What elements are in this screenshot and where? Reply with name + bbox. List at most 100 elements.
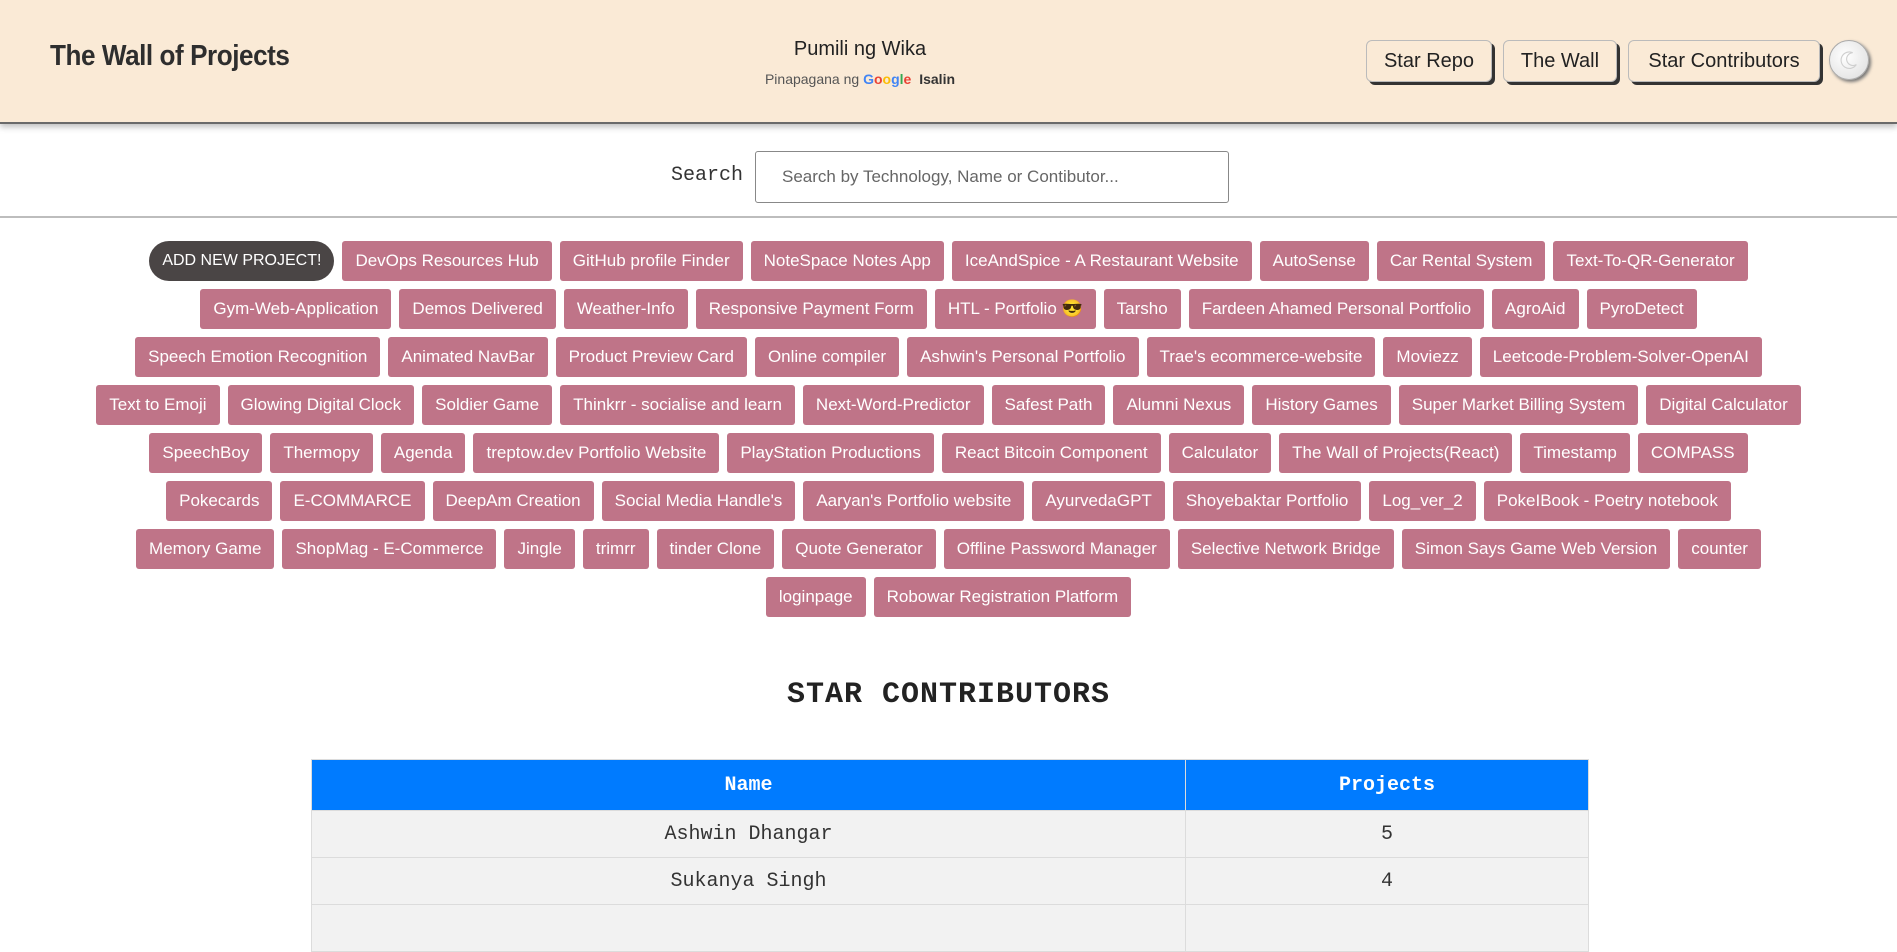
- project-tags: ADD NEW PROJECT! DevOps Resources Hub GitH…: [0, 241, 1897, 625]
- project-tag[interactable]: Text-To-QR-Generator: [1553, 241, 1748, 281]
- contributor-project-count: 4: [1185, 857, 1589, 905]
- project-tag[interactable]: DevOps Resources Hub: [342, 241, 552, 281]
- project-tag[interactable]: tinder Clone: [656, 529, 775, 569]
- contributor-project-count: 5: [1185, 810, 1589, 858]
- project-tag[interactable]: Weather-Info: [563, 289, 688, 329]
- project-tag[interactable]: Simon Says Game Web Version: [1401, 529, 1671, 569]
- project-tag[interactable]: Fardeen Ahamed Personal Portfolio: [1188, 289, 1485, 329]
- project-tag[interactable]: Responsive Payment Form: [695, 289, 927, 329]
- project-tag[interactable]: Log_ver_2: [1369, 481, 1476, 521]
- project-tag[interactable]: Trae's ecommerce-website: [1146, 337, 1376, 377]
- project-tag[interactable]: trimrr: [582, 529, 649, 569]
- project-tag[interactable]: Demos Delivered: [399, 289, 556, 329]
- search-label: Search: [671, 164, 744, 187]
- powered-by-google: Pinapagana ng Google Isalin: [720, 71, 1000, 87]
- project-tag[interactable]: Thermopy: [270, 433, 373, 473]
- tag-row: Speech Emotion Recognition Animated NavBa…: [0, 337, 1897, 377]
- project-tag[interactable]: Timestamp: [1520, 433, 1630, 473]
- the-wall-button[interactable]: The Wall: [1503, 40, 1617, 82]
- star-contributors-table: Name Projects Ashwin Dhangar 5 Sukanya S…: [311, 759, 1589, 952]
- theme-toggle[interactable]: [1829, 40, 1869, 80]
- project-tag[interactable]: Aaryan's Portfolio website: [803, 481, 1025, 521]
- project-tag[interactable]: Soldier Game: [422, 385, 553, 425]
- project-tag[interactable]: Car Rental System: [1376, 241, 1546, 281]
- project-tag[interactable]: AutoSense: [1259, 241, 1369, 281]
- project-tag[interactable]: The Wall of Projects(React): [1279, 433, 1513, 473]
- project-tag[interactable]: GitHub profile Finder: [559, 241, 743, 281]
- search-input[interactable]: [755, 151, 1229, 203]
- language-select[interactable]: Pumili ng Wika: [720, 38, 1000, 61]
- tag-row: Gym-Web-Application Demos Delivered Weathe…: [0, 289, 1897, 329]
- site-title[interactable]: The Wall of Projects: [50, 40, 290, 73]
- table-row: Sukanya Singh 4: [311, 857, 1589, 905]
- project-tag[interactable]: Memory Game: [136, 529, 275, 569]
- tag-row: SpeechBoy Thermopy Agenda treptow.dev Portf…: [0, 433, 1897, 473]
- project-tag[interactable]: AyurvedaGPT: [1032, 481, 1165, 521]
- star-contributors-button[interactable]: Star Contributors: [1628, 40, 1820, 82]
- table-row: Ashwin Dhangar 5: [311, 810, 1589, 858]
- project-tag[interactable]: Tarsho: [1103, 289, 1181, 329]
- project-tag[interactable]: Calculator: [1168, 433, 1272, 473]
- project-tag[interactable]: Safest Path: [991, 385, 1106, 425]
- project-tag[interactable]: Selective Network Bridge: [1177, 529, 1394, 569]
- project-tag[interactable]: PlayStation Productions: [727, 433, 934, 473]
- table-header-row: Name Projects: [311, 759, 1589, 811]
- project-tag[interactable]: IceAndSpice - A Restaurant Website: [951, 241, 1252, 281]
- project-tag[interactable]: DeepAm Creation: [432, 481, 594, 521]
- project-tag[interactable]: Leetcode-Problem-Solver-OpenAI: [1479, 337, 1762, 377]
- project-tag[interactable]: ShopMag - E-Commerce: [282, 529, 497, 569]
- project-tag[interactable]: Robowar Registration Platform: [873, 577, 1132, 617]
- project-tag[interactable]: Offline Password Manager: [943, 529, 1170, 569]
- project-tag[interactable]: counter: [1678, 529, 1761, 569]
- project-tag[interactable]: Ashwin's Personal Portfolio: [907, 337, 1139, 377]
- contributor-name: Sukanya Singh: [311, 857, 1186, 905]
- google-translate-widget: Pumili ng Wika Pinapagana ng Google Isal…: [720, 38, 1000, 87]
- project-tag[interactable]: Online compiler: [754, 337, 900, 377]
- tag-row: Memory Game ShopMag - E-Commerce Jingle tri…: [0, 529, 1897, 569]
- project-tag[interactable]: Moviezz: [1383, 337, 1472, 377]
- project-tag[interactable]: AgroAid: [1492, 289, 1579, 329]
- project-tag[interactable]: Speech Emotion Recognition: [135, 337, 381, 377]
- project-tag[interactable]: Digital Calculator: [1646, 385, 1801, 425]
- tag-row: Pokecards E-COMMARCE DeepAm Creation Social…: [0, 481, 1897, 521]
- project-tag[interactable]: Shoyebaktar Portfolio: [1172, 481, 1362, 521]
- project-tag[interactable]: loginpage: [765, 577, 866, 617]
- star-repo-button[interactable]: Star Repo: [1366, 40, 1492, 82]
- project-tag[interactable]: Glowing Digital Clock: [227, 385, 415, 425]
- project-tag[interactable]: Text to Emoji: [96, 385, 220, 425]
- project-tag[interactable]: Quote Generator: [782, 529, 936, 569]
- project-tag[interactable]: History Games: [1252, 385, 1391, 425]
- contributor-name: Ashwin Dhangar: [311, 810, 1186, 858]
- project-tag[interactable]: NoteSpace Notes App: [750, 241, 944, 281]
- search-bar: Search: [0, 124, 1897, 218]
- project-tag[interactable]: Next-Word-Predictor: [802, 385, 984, 425]
- tag-row: Text to Emoji Glowing Digital Clock Soldie…: [0, 385, 1897, 425]
- project-tag[interactable]: Social Media Handle's: [601, 481, 796, 521]
- project-tag[interactable]: SpeechBoy: [149, 433, 263, 473]
- tag-row: ADD NEW PROJECT! DevOps Resources Hub GitH…: [0, 241, 1897, 281]
- project-tag[interactable]: PyroDetect: [1586, 289, 1697, 329]
- project-tag[interactable]: PokeIBook - Poetry notebook: [1483, 481, 1731, 521]
- top-navbar: The Wall of Projects Pumili ng Wika Pina…: [0, 0, 1897, 124]
- project-tag[interactable]: HTL - Portfolio 😎: [934, 289, 1096, 329]
- project-tag[interactable]: treptow.dev Portfolio Website: [473, 433, 720, 473]
- project-tag[interactable]: Thinkrr - socialise and learn: [560, 385, 795, 425]
- translate-link[interactable]: Isalin: [919, 71, 955, 87]
- google-logo: Google: [863, 71, 912, 87]
- star-contributors-title: STAR CONTRIBUTORS: [786, 678, 1111, 712]
- project-tag[interactable]: Jingle: [504, 529, 575, 569]
- project-tag[interactable]: Product Preview Card: [555, 337, 747, 377]
- project-tag[interactable]: Gym-Web-Application: [200, 289, 392, 329]
- moon-icon: [1840, 51, 1857, 69]
- project-tag[interactable]: Animated NavBar: [388, 337, 548, 377]
- project-tag[interactable]: COMPASS: [1637, 433, 1748, 473]
- project-tag[interactable]: Super Market Billing System: [1398, 385, 1639, 425]
- column-header-projects: Projects: [1185, 759, 1589, 811]
- powered-by-label: Pinapagana ng: [764, 71, 860, 87]
- project-tag[interactable]: Pokecards: [166, 481, 273, 521]
- add-new-project-button[interactable]: ADD NEW PROJECT!: [149, 241, 335, 281]
- project-tag[interactable]: React Bitcoin Component: [941, 433, 1161, 473]
- project-tag[interactable]: Agenda: [380, 433, 466, 473]
- project-tag[interactable]: Alumni Nexus: [1113, 385, 1245, 425]
- project-tag[interactable]: E-COMMARCE: [280, 481, 425, 521]
